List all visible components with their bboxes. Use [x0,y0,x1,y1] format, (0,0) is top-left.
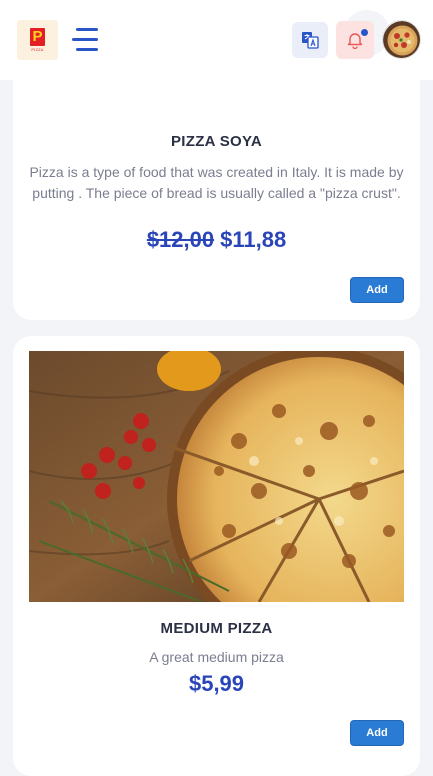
current-price: $5,99 [188,671,245,696]
notifications-button[interactable] [336,21,374,59]
product-prices: $5,99 [13,671,420,697]
top-bar: P PIZZA [0,0,433,80]
add-to-cart-button[interactable]: Add [350,277,404,303]
user-avatar[interactable] [382,20,421,59]
product-prices: $12,00 $11,88 [13,227,420,253]
product-description: Pizza is a type of food that was created… [29,164,404,201]
translate-icon [302,32,319,49]
current-price: $11,88 [220,227,287,252]
product-card: PIZZA SOYA Pizza is a type of food that … [13,80,420,320]
product-title: MEDIUM PIZZA [160,620,273,637]
add-to-cart-button[interactable]: Add [350,720,404,746]
product-description: A great medium pizza [149,649,284,665]
product-card: MEDIUM PIZZA A great medium pizza $5,99 … [13,336,420,776]
old-price: $12,00 [146,227,215,252]
logo-subtext: PIZZA [31,47,44,52]
product-title: PIZZA SOYA [170,133,263,150]
hamburger-menu-icon[interactable] [72,28,98,52]
language-button[interactable] [292,22,328,58]
logo-mark: P [30,28,45,46]
notification-dot [361,29,368,36]
brand-logo[interactable]: P PIZZA [17,20,58,60]
product-image[interactable] [29,351,404,602]
